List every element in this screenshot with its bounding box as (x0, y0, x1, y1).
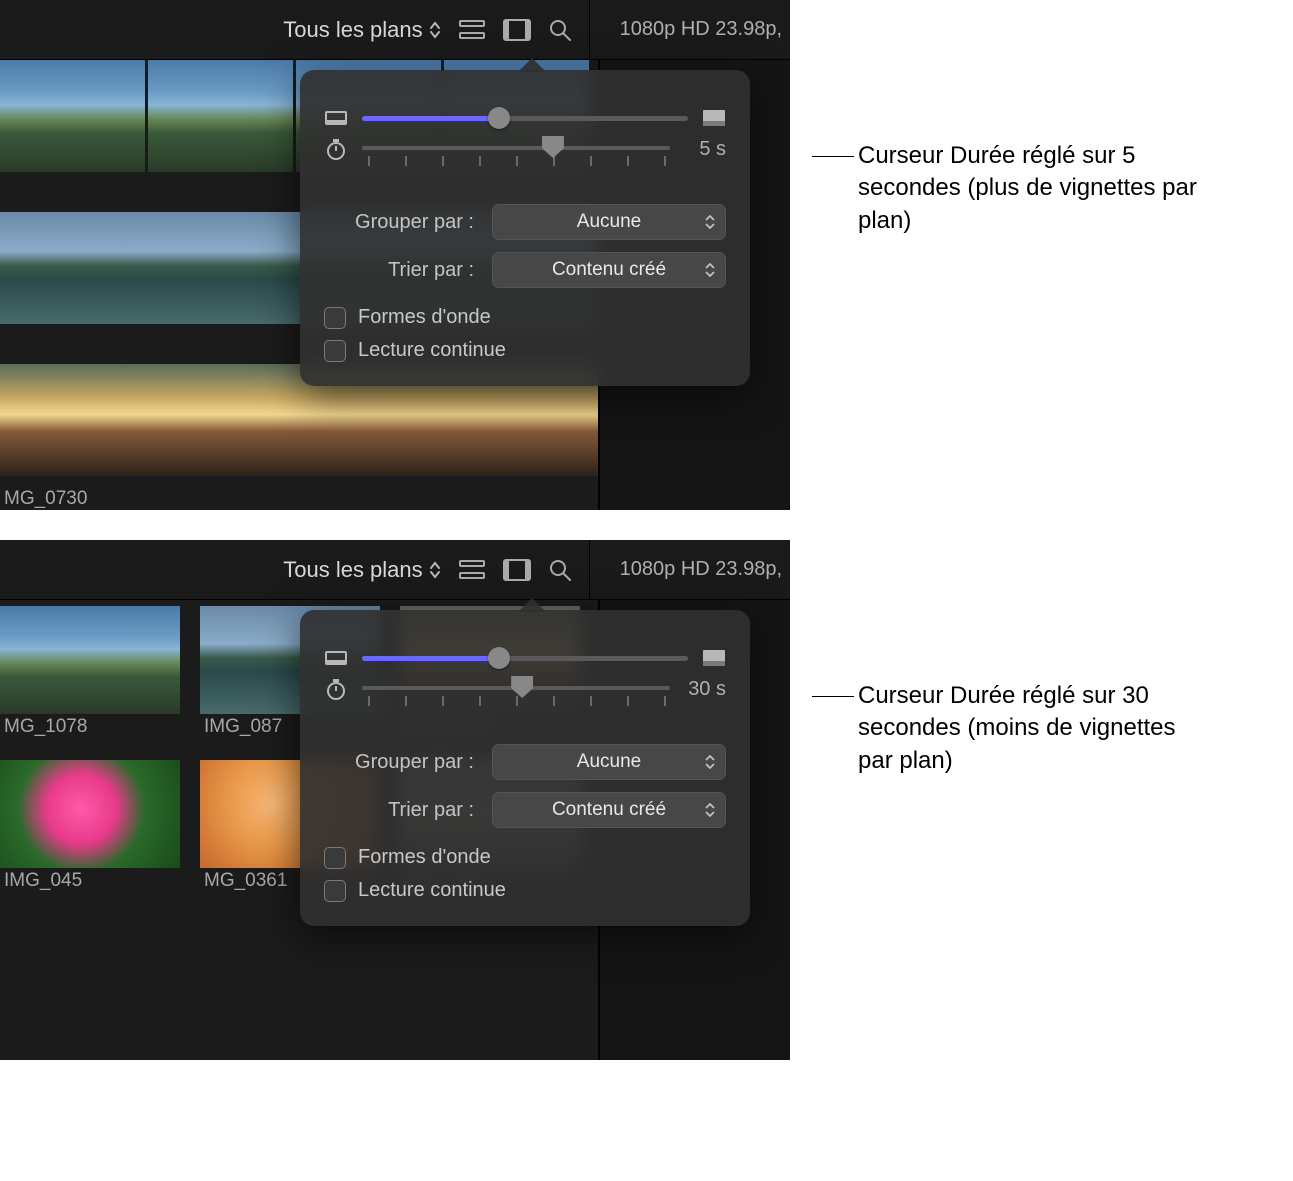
continuous-playback-checkbox[interactable] (324, 340, 346, 362)
continuous-playback-label: Lecture continue (358, 879, 506, 902)
duration-value: 30 s (684, 678, 726, 701)
updown-caret-icon (705, 754, 715, 770)
clip-appearance-icon[interactable] (503, 559, 531, 581)
clip-filter-label: Tous les plans (283, 557, 422, 583)
callout-leader-line (812, 696, 854, 697)
app-window: Tous les plans 1080p HD 23.98p, (0, 0, 790, 510)
clip-name-label: MG_1078 (4, 716, 180, 738)
updown-caret-icon (705, 214, 715, 230)
waveforms-label: Formes d'onde (358, 846, 491, 869)
thumbnail-size-slider[interactable] (362, 116, 688, 121)
callout: Curseur Durée réglé sur 30 secondes (moi… (812, 680, 1198, 777)
duration-slider[interactable] (362, 678, 670, 710)
small-clip-icon (324, 111, 348, 125)
clip-thumbnail[interactable] (148, 60, 293, 172)
clip-thumbnail[interactable] (0, 760, 180, 868)
slider-knob[interactable] (511, 676, 533, 698)
format-indicator: 1080p HD 23.98p, (608, 18, 782, 41)
group-by-value: Aucune (577, 751, 641, 773)
clip-appearance-popover: 5 s Grouper par : Aucune Trier par : Con… (300, 70, 750, 386)
thumbnail-size-row (324, 638, 726, 678)
callout-leader-line (812, 156, 854, 157)
clip-name-label: MG_0730 (4, 488, 598, 510)
slider-knob[interactable] (488, 647, 510, 669)
callout-text: Curseur Durée réglé sur 30 secondes (moi… (858, 680, 1198, 777)
list-view-icon[interactable] (459, 19, 485, 41)
clip-appearance-icon[interactable] (503, 19, 531, 41)
duration-value: 5 s (684, 138, 726, 161)
clip-thumbnail[interactable] (0, 606, 180, 714)
continuous-playback-checkbox[interactable] (324, 880, 346, 902)
stopwatch-icon (324, 678, 348, 700)
toolbar-divider (589, 540, 590, 600)
sort-by-select[interactable]: Contenu créé (492, 792, 726, 828)
continuous-row[interactable]: Lecture continue (324, 339, 726, 362)
continuous-playback-label: Lecture continue (358, 339, 506, 362)
waveforms-row[interactable]: Formes d'onde (324, 306, 726, 329)
duration-row: 30 s (324, 678, 726, 732)
format-indicator: 1080p HD 23.98p, (608, 558, 782, 581)
clip-cell[interactable]: IMG_045 (0, 760, 180, 902)
slider-knob[interactable] (488, 107, 510, 129)
toolbar-divider (589, 0, 590, 60)
large-clip-icon (702, 649, 726, 667)
callout: Curseur Durée réglé sur 5 secondes (plus… (812, 140, 1198, 237)
clip-filter-popup[interactable]: Tous les plans (283, 17, 440, 43)
group-by-label: Grouper par : (324, 751, 474, 774)
clip-thumbnail[interactable] (0, 60, 145, 172)
list-view-icon[interactable] (459, 559, 485, 581)
group-by-select[interactable]: Aucune (492, 204, 726, 240)
clip-cell[interactable]: MG_1078 (0, 606, 180, 748)
updown-caret-icon (705, 802, 715, 818)
continuous-row[interactable]: Lecture continue (324, 879, 726, 902)
clip-appearance-popover: 30 s Grouper par : Aucune Trier par : Co… (300, 610, 750, 926)
thumbnail-size-slider[interactable] (362, 656, 688, 661)
group-by-select[interactable]: Aucune (492, 744, 726, 780)
group-by-label: Grouper par : (324, 211, 474, 234)
updown-caret-icon (705, 262, 715, 278)
search-icon[interactable] (549, 19, 571, 41)
group-by-value: Aucune (577, 211, 641, 233)
sort-by-select[interactable]: Contenu créé (492, 252, 726, 288)
example-1: Tous les plans 1080p HD 23.98p, (0, 0, 1293, 510)
app-window: Tous les plans 1080p HD 23.98p, (0, 540, 790, 1060)
callout-text: Curseur Durée réglé sur 5 secondes (plus… (858, 140, 1198, 237)
clip-name-label: IMG_045 (4, 870, 180, 892)
clip-filter-popup[interactable]: Tous les plans (283, 557, 440, 583)
waveforms-checkbox[interactable] (324, 847, 346, 869)
waveforms-label: Formes d'onde (358, 306, 491, 329)
thumbnail-size-row (324, 98, 726, 138)
sort-by-label: Trier par : (324, 259, 474, 282)
duration-slider[interactable] (362, 138, 670, 170)
large-clip-icon (702, 109, 726, 127)
sort-by-label: Trier par : (324, 799, 474, 822)
updown-caret-icon (429, 21, 441, 39)
clip-filter-label: Tous les plans (283, 17, 422, 43)
small-clip-icon (324, 651, 348, 665)
search-icon[interactable] (549, 559, 571, 581)
waveforms-checkbox[interactable] (324, 307, 346, 329)
updown-caret-icon (429, 561, 441, 579)
duration-row: 5 s (324, 138, 726, 192)
slider-knob[interactable] (542, 136, 564, 158)
sort-by-value: Contenu créé (552, 259, 666, 281)
example-2: Tous les plans 1080p HD 23.98p, (0, 540, 1293, 1060)
browser-toolbar: Tous les plans 1080p HD 23.98p, (0, 540, 790, 600)
waveforms-row[interactable]: Formes d'onde (324, 846, 726, 869)
stopwatch-icon (324, 138, 348, 160)
browser-toolbar: Tous les plans 1080p HD 23.98p, (0, 0, 790, 60)
sort-by-value: Contenu créé (552, 799, 666, 821)
